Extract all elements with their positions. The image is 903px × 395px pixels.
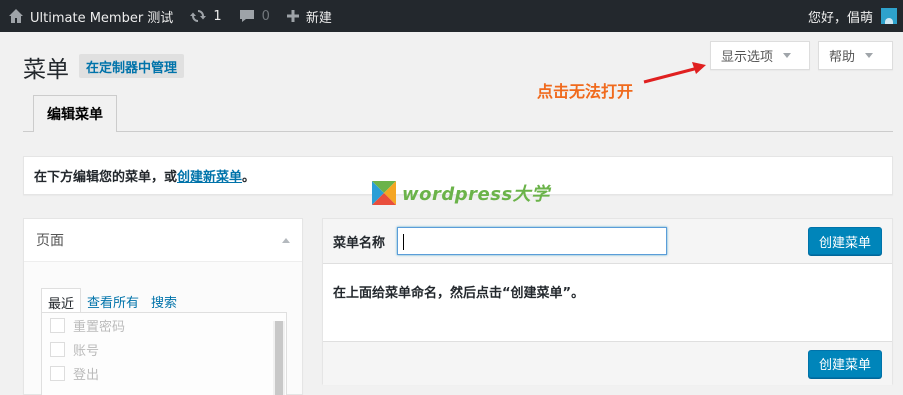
plus-icon [286, 9, 300, 23]
page-label: 登出 [73, 367, 100, 383]
text-caret [403, 234, 405, 250]
updates-count: 1 [213, 8, 222, 24]
list-item[interactable]: 账号 [42, 337, 286, 361]
site-menu[interactable]: Ultimate Member 测试 [0, 0, 181, 32]
menu-edit-footer: 创建菜单 [323, 341, 892, 385]
pages-list: 重置密码 账号 登出 [41, 312, 287, 395]
comment-icon [238, 8, 256, 24]
admin-bar: Ultimate Member 测试 1 0 新建 您好，倡萌 [0, 0, 903, 32]
help-button[interactable]: 帮助 [818, 41, 893, 70]
pages-panel: 页面 最近 查看所有 搜索 重置密码 账号 登出 [23, 218, 303, 395]
page-title: 菜单 [23, 57, 69, 83]
page-checkbox[interactable] [50, 341, 65, 357]
create-new-menu-link[interactable]: 创建新菜单 [177, 166, 242, 185]
list-scrollbar[interactable] [273, 321, 285, 395]
collapse-arrow-icon[interactable] [282, 237, 290, 243]
new-label: 新建 [305, 10, 332, 26]
screen-options-label: 显示选项 [721, 50, 774, 65]
menu-name-input[interactable] [397, 227, 668, 255]
create-menu-button-bottom[interactable]: 创建菜单 [807, 349, 882, 378]
list-item[interactable]: 登出 [42, 361, 286, 385]
caret-down-icon [783, 53, 792, 58]
help-label: 帮助 [829, 50, 856, 65]
account-menu[interactable]: 您好，倡萌 [808, 7, 903, 26]
menu-edit-panel: 菜单名称 创建菜单 在上面给菜单命名，然后点击“创建菜单”。 创建菜单 [322, 218, 893, 385]
new-content-menu[interactable]: 新建 [278, 0, 340, 32]
watermark-logo-icon [372, 181, 396, 205]
comments-count: 0 [261, 8, 270, 24]
watermark-text: wordpress大学 [402, 184, 550, 205]
menu-edit-hint: 在上面给菜单命名，然后点击“创建菜单”。 [333, 286, 585, 301]
page-label: 重置密码 [73, 319, 126, 335]
notice-suffix: 。 [242, 170, 256, 185]
site-name: Ultimate Member 测试 [30, 10, 174, 26]
page-checkbox[interactable] [50, 317, 65, 333]
menu-name-label: 菜单名称 [333, 235, 386, 251]
screen-options-button[interactable]: 显示选项 [710, 41, 810, 70]
notice-prefix: 在下方编辑您的菜单，或 [34, 170, 178, 185]
refresh-icon [189, 8, 207, 24]
avatar [881, 8, 897, 24]
page-label: 账号 [73, 343, 100, 359]
annotation-text: 点击无法打开 [537, 82, 634, 101]
pages-panel-title: 页面 [36, 233, 64, 249]
menu-edit-header: 菜单名称 创建菜单 [323, 219, 892, 264]
tab-divider [23, 131, 893, 132]
annotation-arrow [643, 62, 706, 84]
pages-panel-body: 最近 查看所有 搜索 重置密码 账号 登出 [24, 262, 302, 395]
tab-edit-menus[interactable]: 编辑菜单 [33, 95, 117, 132]
caret-down-icon [865, 53, 874, 58]
comments-menu[interactable]: 0 [230, 0, 278, 32]
greeting: 您好，倡萌 [807, 10, 873, 26]
pages-panel-header[interactable]: 页面 [24, 219, 302, 262]
watermark: wordpress大学 [372, 180, 550, 206]
home-icon [8, 8, 24, 24]
page-checkbox[interactable] [50, 365, 65, 381]
manage-in-customizer-button[interactable]: 在定制器中管理 [79, 54, 185, 78]
list-item[interactable]: 重置密码 [42, 313, 286, 337]
create-menu-button-top[interactable]: 创建菜单 [807, 227, 882, 255]
updates-menu[interactable]: 1 [181, 0, 229, 32]
